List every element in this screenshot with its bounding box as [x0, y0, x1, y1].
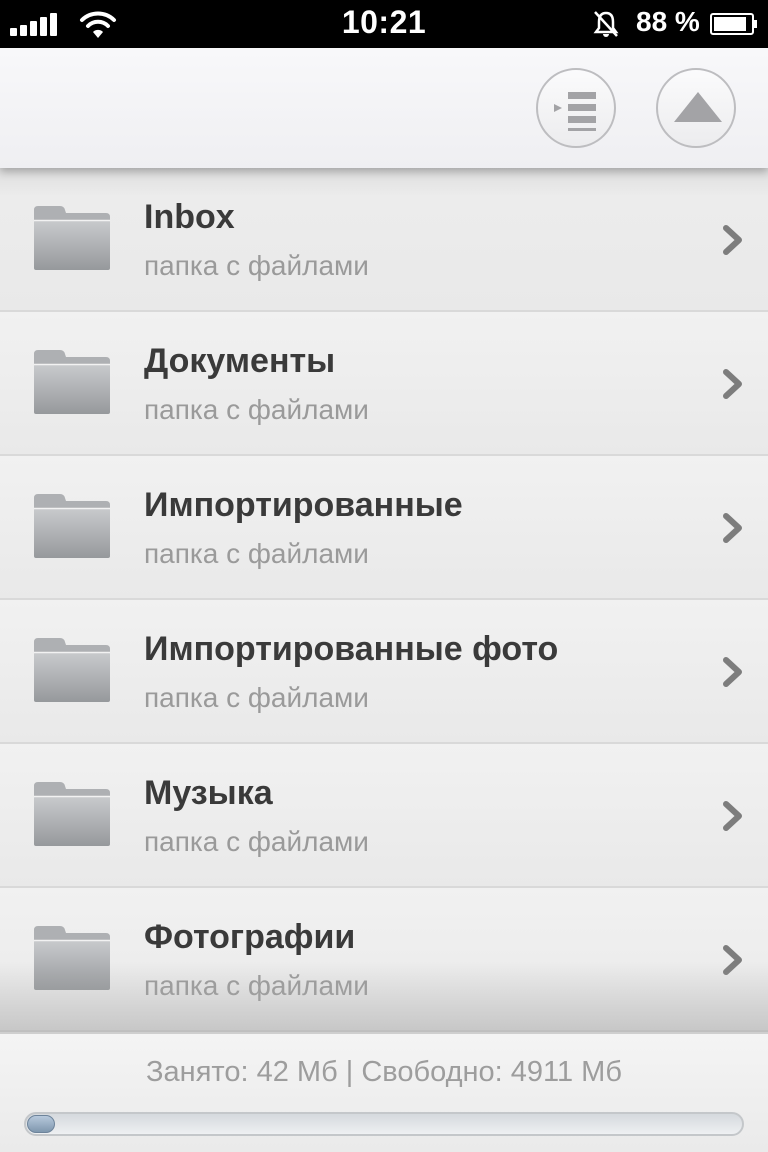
- folder-icon: [32, 492, 112, 560]
- folder-row[interactable]: Музыка папка с файлами: [0, 744, 768, 888]
- folder-icon: [32, 348, 112, 416]
- folder-title: Импортированные: [144, 486, 463, 524]
- folder-subtitle: папка с файлами: [144, 682, 369, 713]
- battery-percent: 88 %: [636, 6, 700, 37]
- folder-title: Музыка: [144, 774, 273, 812]
- folder-icon: [32, 204, 112, 272]
- folder-row[interactable]: Фотографии папка с файлами: [0, 888, 768, 1032]
- folder-icon: [32, 780, 112, 848]
- folder-icon: [32, 636, 112, 704]
- eject-up-icon: [674, 92, 722, 122]
- folder-title: Фотографии: [144, 918, 356, 956]
- chevron-right-icon: [718, 222, 748, 258]
- list-menu-button[interactable]: [536, 68, 616, 148]
- chevron-right-icon: [718, 366, 748, 402]
- folder-subtitle: папка с файлами: [144, 250, 369, 281]
- chevron-right-icon: [718, 798, 748, 834]
- folder-row[interactable]: Документы папка с файлами: [0, 312, 768, 456]
- storage-progress-bar: [24, 1112, 744, 1136]
- storage-progress-fill: [27, 1115, 55, 1133]
- folder-row[interactable]: Импортированные папка с файлами: [0, 456, 768, 600]
- eject-up-button[interactable]: [656, 68, 736, 148]
- folder-row[interactable]: Inbox папка с файлами: [0, 168, 768, 312]
- mute-icon: [593, 11, 619, 37]
- chevron-right-icon: [718, 654, 748, 690]
- toolbar: [0, 48, 768, 168]
- folder-row[interactable]: Импортированные фото папка с файлами: [0, 600, 768, 744]
- folder-subtitle: папка с файлами: [144, 394, 369, 425]
- folder-list: Inbox папка с файлами Документы папка с фай…: [0, 168, 768, 1032]
- folder-title: Inbox: [144, 198, 235, 236]
- battery-icon: [710, 13, 757, 35]
- folder-title: Импортированные фото: [144, 630, 559, 668]
- list-menu-icon: [554, 92, 596, 131]
- status-bar: 10:21 88 %: [0, 0, 768, 48]
- folder-title: Документы: [144, 342, 336, 380]
- folder-subtitle: папка с файлами: [144, 538, 369, 569]
- chevron-right-icon: [718, 942, 748, 978]
- folder-subtitle: папка с файлами: [144, 970, 369, 1001]
- storage-usage-text: Занято: 42 Мб | Свободно: 4911 Мб: [146, 1056, 622, 1088]
- storage-footer: Занято: 42 Мб | Свободно: 4911 Мб: [0, 1032, 768, 1152]
- chevron-right-icon: [718, 510, 748, 546]
- folder-subtitle: папка с файлами: [144, 826, 369, 857]
- folder-icon: [32, 924, 112, 992]
